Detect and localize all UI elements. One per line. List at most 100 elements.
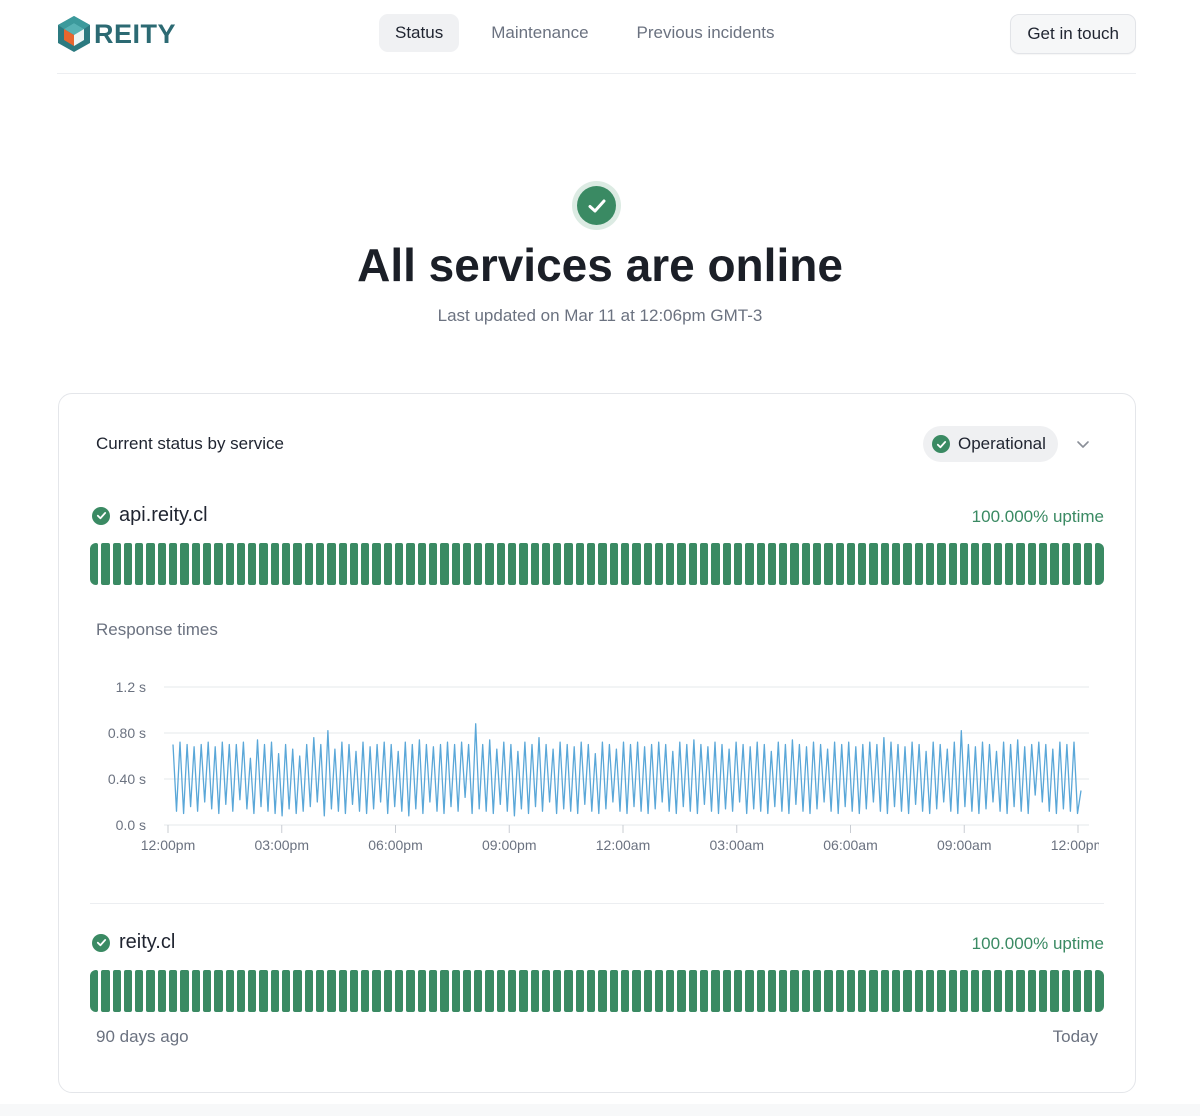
uptime-day-bar[interactable]	[507, 970, 517, 1012]
uptime-day-bar[interactable]	[90, 543, 99, 585]
nav-previous-incidents[interactable]: Previous incidents	[621, 14, 791, 52]
uptime-day-bar[interactable]	[428, 970, 438, 1012]
uptime-day-bar[interactable]	[123, 543, 133, 585]
uptime-day-bar[interactable]	[587, 543, 596, 585]
uptime-day-bar[interactable]	[146, 970, 155, 1012]
uptime-day-bar[interactable]	[1038, 543, 1048, 585]
uptime-day-bar[interactable]	[202, 970, 212, 1012]
uptime-day-bar[interactable]	[1072, 543, 1082, 585]
uptime-day-bar[interactable]	[157, 970, 167, 1012]
uptime-day-bar[interactable]	[982, 970, 991, 1012]
uptime-day-bar[interactable]	[767, 970, 777, 1012]
uptime-day-bar[interactable]	[733, 543, 743, 585]
uptime-day-bar[interactable]	[541, 970, 551, 1012]
uptime-day-bar[interactable]	[654, 543, 664, 585]
uptime-day-bar[interactable]	[575, 543, 585, 585]
uptime-day-bar[interactable]	[858, 970, 867, 1012]
uptime-day-bar[interactable]	[474, 970, 483, 1012]
uptime-day-bar[interactable]	[361, 543, 370, 585]
uptime-day-bar[interactable]	[462, 970, 472, 1012]
uptime-day-bar[interactable]	[575, 970, 585, 1012]
uptime-day-bar[interactable]	[677, 970, 686, 1012]
uptime-day-bar[interactable]	[971, 543, 980, 585]
uptime-day-bar[interactable]	[123, 970, 133, 1012]
uptime-day-bar[interactable]	[507, 543, 517, 585]
uptime-day-bar[interactable]	[925, 970, 935, 1012]
uptime-day-bar[interactable]	[903, 543, 912, 585]
uptime-day-bar[interactable]	[801, 970, 810, 1012]
uptime-day-bar[interactable]	[564, 543, 573, 585]
uptime-day-bar[interactable]	[372, 970, 381, 1012]
uptime-day-bar[interactable]	[304, 543, 313, 585]
uptime-day-bar[interactable]	[553, 543, 562, 585]
uptime-day-bar[interactable]	[869, 970, 878, 1012]
uptime-day-bar[interactable]	[191, 970, 200, 1012]
uptime-day-bar[interactable]	[937, 970, 946, 1012]
uptime-day-bar[interactable]	[428, 543, 438, 585]
uptime-day-bar[interactable]	[112, 970, 121, 1012]
uptime-day-bar[interactable]	[1050, 970, 1059, 1012]
uptime-day-bar[interactable]	[383, 543, 393, 585]
uptime-day-bar[interactable]	[1005, 543, 1014, 585]
uptime-day-bar[interactable]	[315, 543, 325, 585]
uptime-day-bar[interactable]	[146, 543, 155, 585]
uptime-day-bar[interactable]	[440, 543, 449, 585]
uptime-day-bar[interactable]	[959, 970, 969, 1012]
uptime-day-bar[interactable]	[361, 970, 370, 1012]
uptime-day-bar[interactable]	[914, 543, 923, 585]
uptime-day-bar[interactable]	[632, 543, 641, 585]
uptime-day-bar[interactable]	[519, 970, 528, 1012]
uptime-day-bar[interactable]	[191, 543, 200, 585]
uptime-day-bar[interactable]	[846, 970, 856, 1012]
uptime-day-bar[interactable]	[101, 543, 110, 585]
uptime-day-bar[interactable]	[338, 543, 347, 585]
uptime-day-bar[interactable]	[293, 970, 302, 1012]
uptime-day-bar[interactable]	[711, 543, 720, 585]
uptime-day-bar[interactable]	[259, 970, 268, 1012]
uptime-day-bar[interactable]	[643, 970, 652, 1012]
uptime-day-bar[interactable]	[745, 970, 754, 1012]
uptime-day-bar[interactable]	[530, 970, 539, 1012]
uptime-day-bar[interactable]	[169, 970, 178, 1012]
uptime-day-bar[interactable]	[914, 970, 923, 1012]
uptime-day-bar[interactable]	[395, 970, 404, 1012]
uptime-day-bar[interactable]	[1027, 970, 1036, 1012]
uptime-day-bar[interactable]	[971, 970, 980, 1012]
uptime-day-bar[interactable]	[677, 543, 686, 585]
uptime-day-bar[interactable]	[236, 543, 246, 585]
uptime-day-bar[interactable]	[541, 543, 551, 585]
uptime-day-bar[interactable]	[304, 970, 313, 1012]
uptime-day-bar[interactable]	[767, 543, 777, 585]
uptime-day-bar[interactable]	[903, 970, 912, 1012]
uptime-day-bar[interactable]	[892, 543, 901, 585]
uptime-day-bar[interactable]	[1027, 543, 1036, 585]
uptime-day-bar[interactable]	[417, 543, 426, 585]
uptime-day-bar[interactable]	[485, 543, 494, 585]
uptime-day-bar[interactable]	[1095, 970, 1104, 1012]
uptime-day-bar[interactable]	[993, 543, 1003, 585]
uptime-day-bar[interactable]	[824, 970, 833, 1012]
nav-status[interactable]: Status	[379, 14, 460, 52]
uptime-day-bar[interactable]	[202, 543, 212, 585]
uptime-day-bar[interactable]	[225, 543, 234, 585]
uptime-day-bar[interactable]	[587, 970, 596, 1012]
uptime-day-bar[interactable]	[1084, 970, 1093, 1012]
uptime-day-bar[interactable]	[248, 970, 257, 1012]
uptime-day-bar[interactable]	[496, 543, 505, 585]
uptime-day-bar[interactable]	[756, 543, 765, 585]
uptime-day-bar[interactable]	[395, 543, 404, 585]
uptime-day-bar[interactable]	[417, 970, 426, 1012]
uptime-day-bar[interactable]	[327, 970, 336, 1012]
uptime-day-bar[interactable]	[383, 970, 393, 1012]
brand-logo[interactable]: REITY	[57, 14, 176, 54]
status-filter-badge[interactable]: Operational	[923, 426, 1058, 462]
uptime-day-bar[interactable]	[101, 970, 110, 1012]
uptime-day-bar[interactable]	[1095, 543, 1104, 585]
uptime-day-bar[interactable]	[869, 543, 878, 585]
uptime-day-bar[interactable]	[892, 970, 901, 1012]
uptime-day-bar[interactable]	[937, 543, 946, 585]
uptime-day-bar[interactable]	[666, 970, 675, 1012]
uptime-day-bar[interactable]	[993, 970, 1003, 1012]
uptime-day-bar[interactable]	[711, 970, 720, 1012]
uptime-day-bar[interactable]	[598, 970, 607, 1012]
